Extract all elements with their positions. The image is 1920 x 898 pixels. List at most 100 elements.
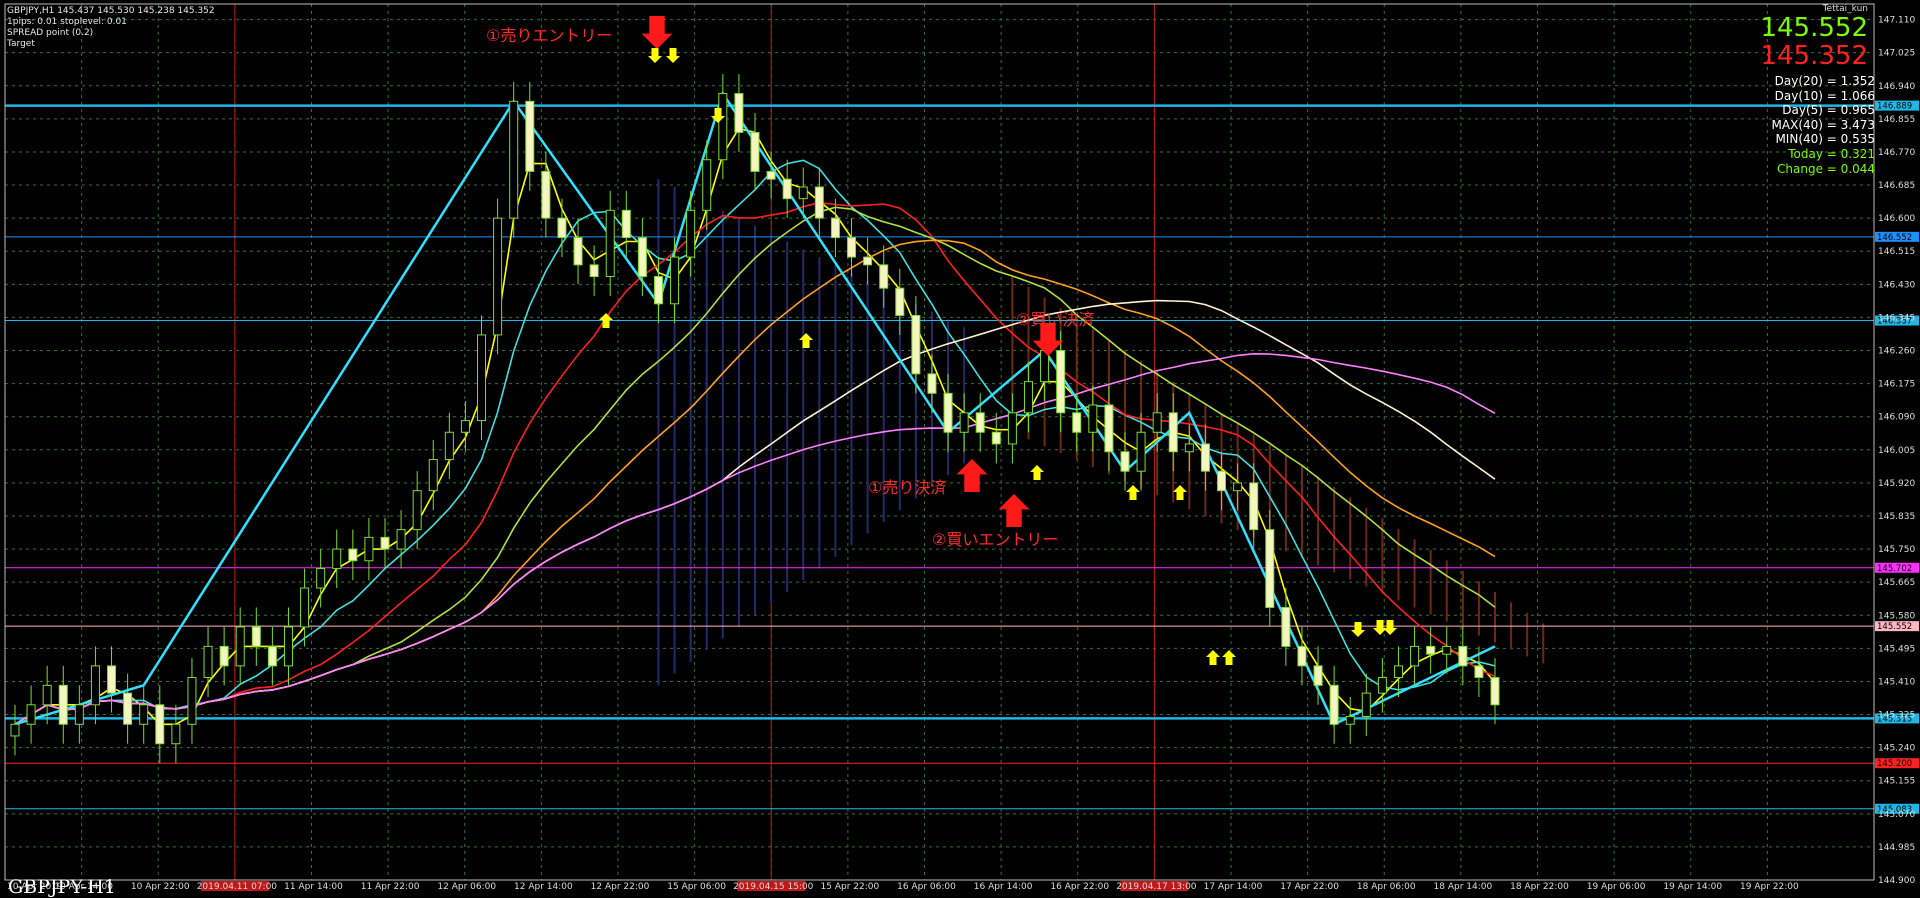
x-tick-label: 19 Apr 14:00 [1663, 882, 1722, 891]
candle-body [541, 170, 551, 219]
stat-line: Today = 0.321 [1788, 146, 1875, 161]
candle-body [814, 186, 824, 219]
signal-arrow [1383, 620, 1397, 635]
candle-body [26, 704, 36, 725]
candle-body [863, 256, 873, 266]
candle-body [396, 529, 406, 550]
y-tick-label: 146.685 [1878, 181, 1915, 191]
x-tick-label: 12 Apr 06:00 [437, 882, 496, 891]
stat-line: Day(10) = 1.066 [1774, 88, 1875, 103]
stat-line: Day(5) = 0.965 [1782, 103, 1875, 118]
candle-body [798, 186, 808, 200]
y-tick-label: 146.430 [1878, 280, 1915, 290]
candle-body [412, 490, 422, 531]
candle-body [139, 704, 149, 725]
y-tick-label: 145.920 [1878, 479, 1915, 489]
candle-body [509, 100, 519, 219]
candle-body [1458, 645, 1468, 667]
level-tag-label: 145.200 [1877, 759, 1912, 769]
signal-arrow [648, 48, 662, 63]
x-tick-label: 18 Apr 06:00 [1357, 882, 1416, 891]
candle-body [943, 392, 953, 433]
y-tick-label: 146.090 [1878, 413, 1915, 423]
candle-body [58, 684, 68, 725]
candle-body [42, 684, 52, 706]
candle-body [734, 93, 744, 133]
candle-body [1056, 350, 1066, 414]
y-tick-label: 145.410 [1878, 677, 1915, 687]
candle-body [1249, 482, 1259, 531]
x-tick-label: 18 Apr 22:00 [1510, 882, 1569, 891]
y-tick-label: 146.005 [1878, 446, 1915, 456]
candle-body [316, 568, 326, 589]
signal-arrow [1173, 485, 1187, 500]
candle-body [1490, 677, 1500, 706]
price-chart[interactable]: 146.889146.552146.337145.702145.552145.3… [0, 0, 1920, 891]
candle-body [332, 548, 342, 570]
candle-body [1200, 443, 1210, 472]
x-tick-label: 15 Apr 06:00 [667, 882, 726, 891]
candle-body [1120, 451, 1130, 472]
candle-body [589, 264, 599, 278]
horizontal-levels: 146.889146.552146.337145.702145.552145.3… [5, 100, 1919, 815]
level-tag-label: 146.889 [1877, 102, 1912, 112]
candle-body [251, 626, 261, 647]
annotation-buy-entry: ②買いエントリー [932, 530, 1059, 549]
y-tick-label: 147.025 [1878, 49, 1915, 59]
candle-body [702, 159, 712, 211]
buy-entry-arrow [998, 494, 1030, 527]
annotation-sell-exit: ①売り決済 [868, 478, 947, 497]
signal-arrow [1222, 650, 1236, 665]
candle-body [670, 256, 680, 305]
candle-body [782, 178, 792, 200]
y-tick-label: 145.835 [1878, 512, 1915, 522]
candle-body [428, 459, 438, 492]
signal-arrow [1126, 485, 1140, 500]
signal-arrow [1351, 622, 1365, 637]
x-tick-label: 11 Apr 22:00 [361, 882, 420, 891]
candle-body [1023, 381, 1033, 414]
y-tick-label: 145.580 [1878, 611, 1915, 621]
stat-line: MAX(40) = 3.473 [1771, 117, 1875, 132]
y-tick-label: 146.260 [1878, 347, 1915, 357]
stat-line: MIN(40) = 0.535 [1775, 132, 1875, 147]
candle-body [380, 536, 390, 550]
candle-body [1297, 645, 1307, 667]
level-tag-label: 145.552 [1877, 622, 1912, 632]
candle-body [477, 334, 487, 422]
candle-body [235, 626, 245, 667]
candle-body [1361, 692, 1371, 717]
x-tick-label: 2019.04.15 15:00 [733, 882, 814, 891]
candle-body [1007, 412, 1017, 445]
candle-body [1474, 665, 1484, 679]
y-tick-label: 145.155 [1878, 777, 1915, 787]
candle-body [1426, 645, 1436, 655]
level-tag-label: 146.552 [1877, 233, 1912, 243]
candle-body [718, 93, 728, 161]
stat-line: Day(20) = 1.352 [1774, 74, 1875, 88]
candle-body [1265, 529, 1275, 608]
y-tick-label: 145.495 [1878, 644, 1915, 654]
candle-body [1329, 684, 1339, 725]
candle-body [1184, 443, 1194, 453]
x-tick-label: 16 Apr 06:00 [897, 882, 956, 891]
pips-line: 1pips: 0.01 stoplevel: 0.01 [7, 17, 127, 27]
plot-frame [4, 3, 1875, 881]
y-tick-label: 146.855 [1878, 115, 1915, 125]
candle-body [1088, 404, 1098, 433]
candle-body [171, 723, 181, 745]
candle-body [348, 548, 358, 562]
candle-body [1217, 470, 1227, 492]
x-tick-label: 16 Apr 14:00 [974, 882, 1033, 891]
symbol-line: GBPJPY,H1 145.437 145.530 145.238 145.35… [7, 6, 215, 16]
y-tick-label: 146.600 [1878, 214, 1915, 224]
candle-body [766, 170, 776, 180]
candle-body [283, 626, 293, 667]
candle-body [267, 645, 277, 667]
candle-body [991, 431, 1001, 445]
candle-body [493, 217, 503, 336]
x-tick-label: 15 Apr 22:00 [821, 882, 880, 891]
candle-body [219, 645, 229, 667]
candle-body [1152, 412, 1162, 433]
annotation-sell-entry: ①売りエントリー [486, 26, 613, 45]
